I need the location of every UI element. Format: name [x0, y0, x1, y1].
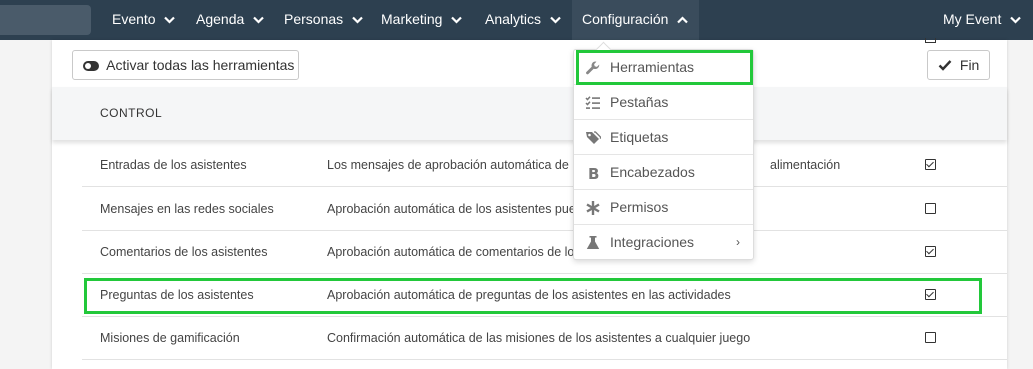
nav-configuracion-label: Configuración [582, 11, 669, 27]
activate-all-tools-button[interactable]: Activar todas las herramientas [72, 50, 299, 80]
menu-item-label: Integraciones [610, 234, 695, 250]
flask-icon [586, 236, 600, 249]
menu-item-etiquetas[interactable]: Etiquetas [574, 120, 753, 155]
menu-item-label: Permisos [610, 199, 669, 215]
control-description: Los mensajes de aprobación automática de… [327, 158, 589, 172]
wrench-icon [586, 61, 600, 75]
nav-personas-label: Personas [284, 11, 344, 27]
list-check-icon [585, 96, 600, 109]
menu-item-label: Herramientas [610, 59, 695, 75]
control-checkbox[interactable] [925, 246, 936, 257]
table-row: Misiones de gamificación Confirmación au… [82, 317, 1007, 360]
configuracion-dropdown-menu: Herramientas Pestañas Etiquetas B Encabe… [573, 49, 754, 260]
svg-text:B: B [588, 165, 599, 181]
bold-icon: B [588, 165, 599, 181]
table-row: Mensajes en las redes sociales Aprobació… [82, 188, 1007, 231]
menu-item-permisos[interactable]: Permisos [574, 190, 753, 225]
chevron-down-icon [164, 17, 176, 24]
table-row: Entradas de los asistentes Los mensajes … [82, 144, 1007, 187]
control-checkbox[interactable] [925, 203, 936, 214]
nav-agenda[interactable]: Agenda [196, 0, 264, 40]
control-description: Aprobación automática de preguntas de lo… [327, 288, 731, 302]
control-description-tail: alimentación [770, 158, 841, 172]
chevron-down-icon [451, 17, 463, 24]
menu-item-herramientas[interactable]: Herramientas [574, 50, 753, 85]
nav-personas[interactable]: Personas [284, 0, 363, 40]
control-name: Preguntas de los asistentes [100, 288, 254, 302]
submenu-arrow-icon: › [736, 235, 740, 249]
table-row: Preguntas de los asistentes Aprobación a… [82, 274, 1007, 317]
nav-agenda-label: Agenda [196, 11, 245, 27]
menu-item-label: Etiquetas [610, 129, 669, 145]
chevron-down-icon [550, 17, 561, 24]
chevron-down-icon [1010, 17, 1022, 24]
search-box[interactable] [0, 5, 91, 35]
control-description: Aprobación automática de los asistentes … [327, 202, 593, 216]
control-description: Confirmación automática de las misiones … [327, 331, 751, 345]
menu-item-encabezados[interactable]: B Encabezados [574, 155, 753, 190]
top-navigation-bar: Evento Agenda Personas Marketing Analyti… [0, 0, 1033, 40]
control-panel-card: Activar todas las herramientas Fin CONTR… [52, 38, 1007, 369]
done-label: Fin [959, 57, 980, 73]
table-row: Comentarios de los asistentes Aprobación… [82, 231, 1007, 274]
chevron-down-icon [253, 17, 264, 24]
check-icon [938, 60, 952, 71]
chevron-up-icon [677, 16, 689, 24]
column-header-control: CONTROL [100, 106, 163, 120]
menu-item-pestanas[interactable]: Pestañas [574, 85, 753, 120]
asterisk-icon [586, 201, 600, 215]
nav-marketing-label: Marketing [381, 11, 443, 27]
table-header: CONTROL [52, 87, 1007, 140]
nav-my-event-label: My Event [943, 11, 1002, 27]
control-checkbox[interactable] [925, 289, 936, 300]
control-name: Entradas de los asistentes [100, 158, 247, 172]
menu-item-label: Encabezados [610, 164, 695, 180]
nav-analytics[interactable]: Analytics [485, 0, 561, 40]
control-checkbox[interactable] [925, 159, 936, 170]
control-description: Aprobación automática de comentarios de … [327, 245, 592, 259]
toggle-icon [83, 61, 99, 71]
activate-all-tools-label: Activar todas las herramientas [106, 57, 295, 73]
control-name: Mensajes en las redes sociales [100, 202, 274, 216]
menu-item-label: Pestañas [610, 94, 669, 110]
tags-icon [586, 131, 601, 144]
nav-evento[interactable]: Evento [112, 0, 176, 40]
nav-analytics-label: Analytics [485, 11, 542, 27]
nav-my-event[interactable]: My Event [943, 0, 1022, 40]
done-button[interactable]: Fin [927, 50, 990, 80]
control-name: Misiones de gamificación [100, 331, 240, 345]
chevron-down-icon [352, 17, 363, 24]
control-checkbox[interactable] [925, 332, 936, 343]
partial-checkbox [925, 38, 936, 43]
nav-marketing[interactable]: Marketing [381, 0, 463, 40]
menu-item-integraciones[interactable]: Integraciones › [574, 225, 753, 260]
control-name: Comentarios de los asistentes [100, 245, 268, 259]
nav-evento-label: Evento [112, 11, 156, 27]
nav-configuracion[interactable]: Configuración [572, 0, 699, 40]
